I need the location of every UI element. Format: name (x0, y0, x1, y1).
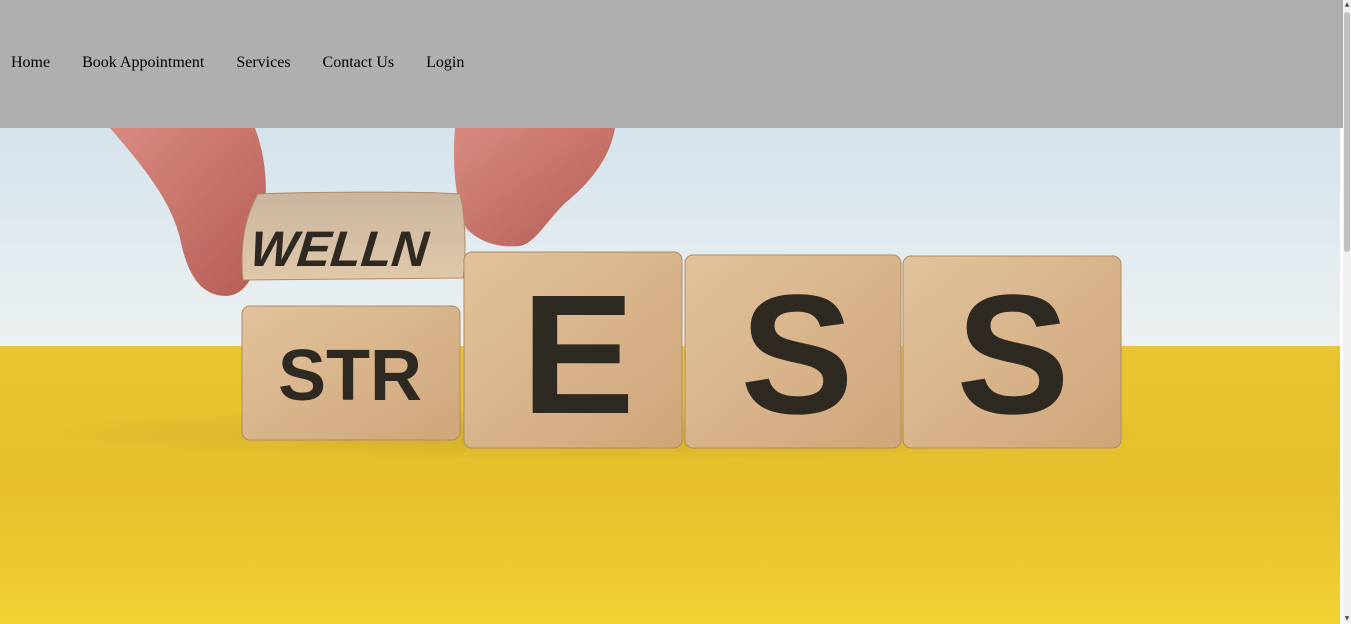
nav-link-login[interactable]: Login (426, 54, 464, 71)
cube-text-s-2: S (956, 260, 1069, 450)
nav-item-services: Services (236, 53, 290, 73)
nav-item-contact-us: Contact Us (323, 53, 395, 73)
cube-text-str: STR (278, 336, 422, 416)
nav-item-home: Home (11, 53, 50, 73)
hero-image: WELLN STR E S S (0, 128, 1340, 624)
top-navbar: Home Book Appointment Services Contact U… (0, 0, 1343, 128)
cube-flipping: WELLN STR (241, 191, 466, 441)
nav-link-contact-us[interactable]: Contact Us (323, 54, 395, 71)
cube-s-1: S (684, 254, 902, 450)
nav-link-book-appointment[interactable]: Book Appointment (82, 54, 204, 71)
nav-link-services[interactable]: Services (236, 54, 290, 71)
cube-text-s-1: S (740, 260, 853, 450)
scrollbar-thumb[interactable] (1344, 12, 1350, 252)
cube-e: E (463, 251, 683, 450)
nav-item-login: Login (426, 53, 464, 73)
page: Home Book Appointment Services Contact U… (0, 0, 1351, 624)
nav-item-book-appointment: Book Appointment (82, 53, 204, 73)
cube-s-2: S (902, 255, 1122, 450)
cube-text-e: E (521, 260, 634, 450)
scroll-down-arrow-icon[interactable]: ▼ (1343, 614, 1351, 624)
vertical-scrollbar[interactable]: ▲ ▼ (1343, 0, 1351, 624)
scroll-up-arrow-icon[interactable]: ▲ (1343, 0, 1351, 10)
cube-top-text: WELLN (247, 221, 432, 277)
hero-illustration: WELLN STR E S S (0, 128, 1340, 624)
nav-menu: Home Book Appointment Services Contact U… (11, 53, 464, 73)
nav-link-home[interactable]: Home (11, 54, 50, 71)
